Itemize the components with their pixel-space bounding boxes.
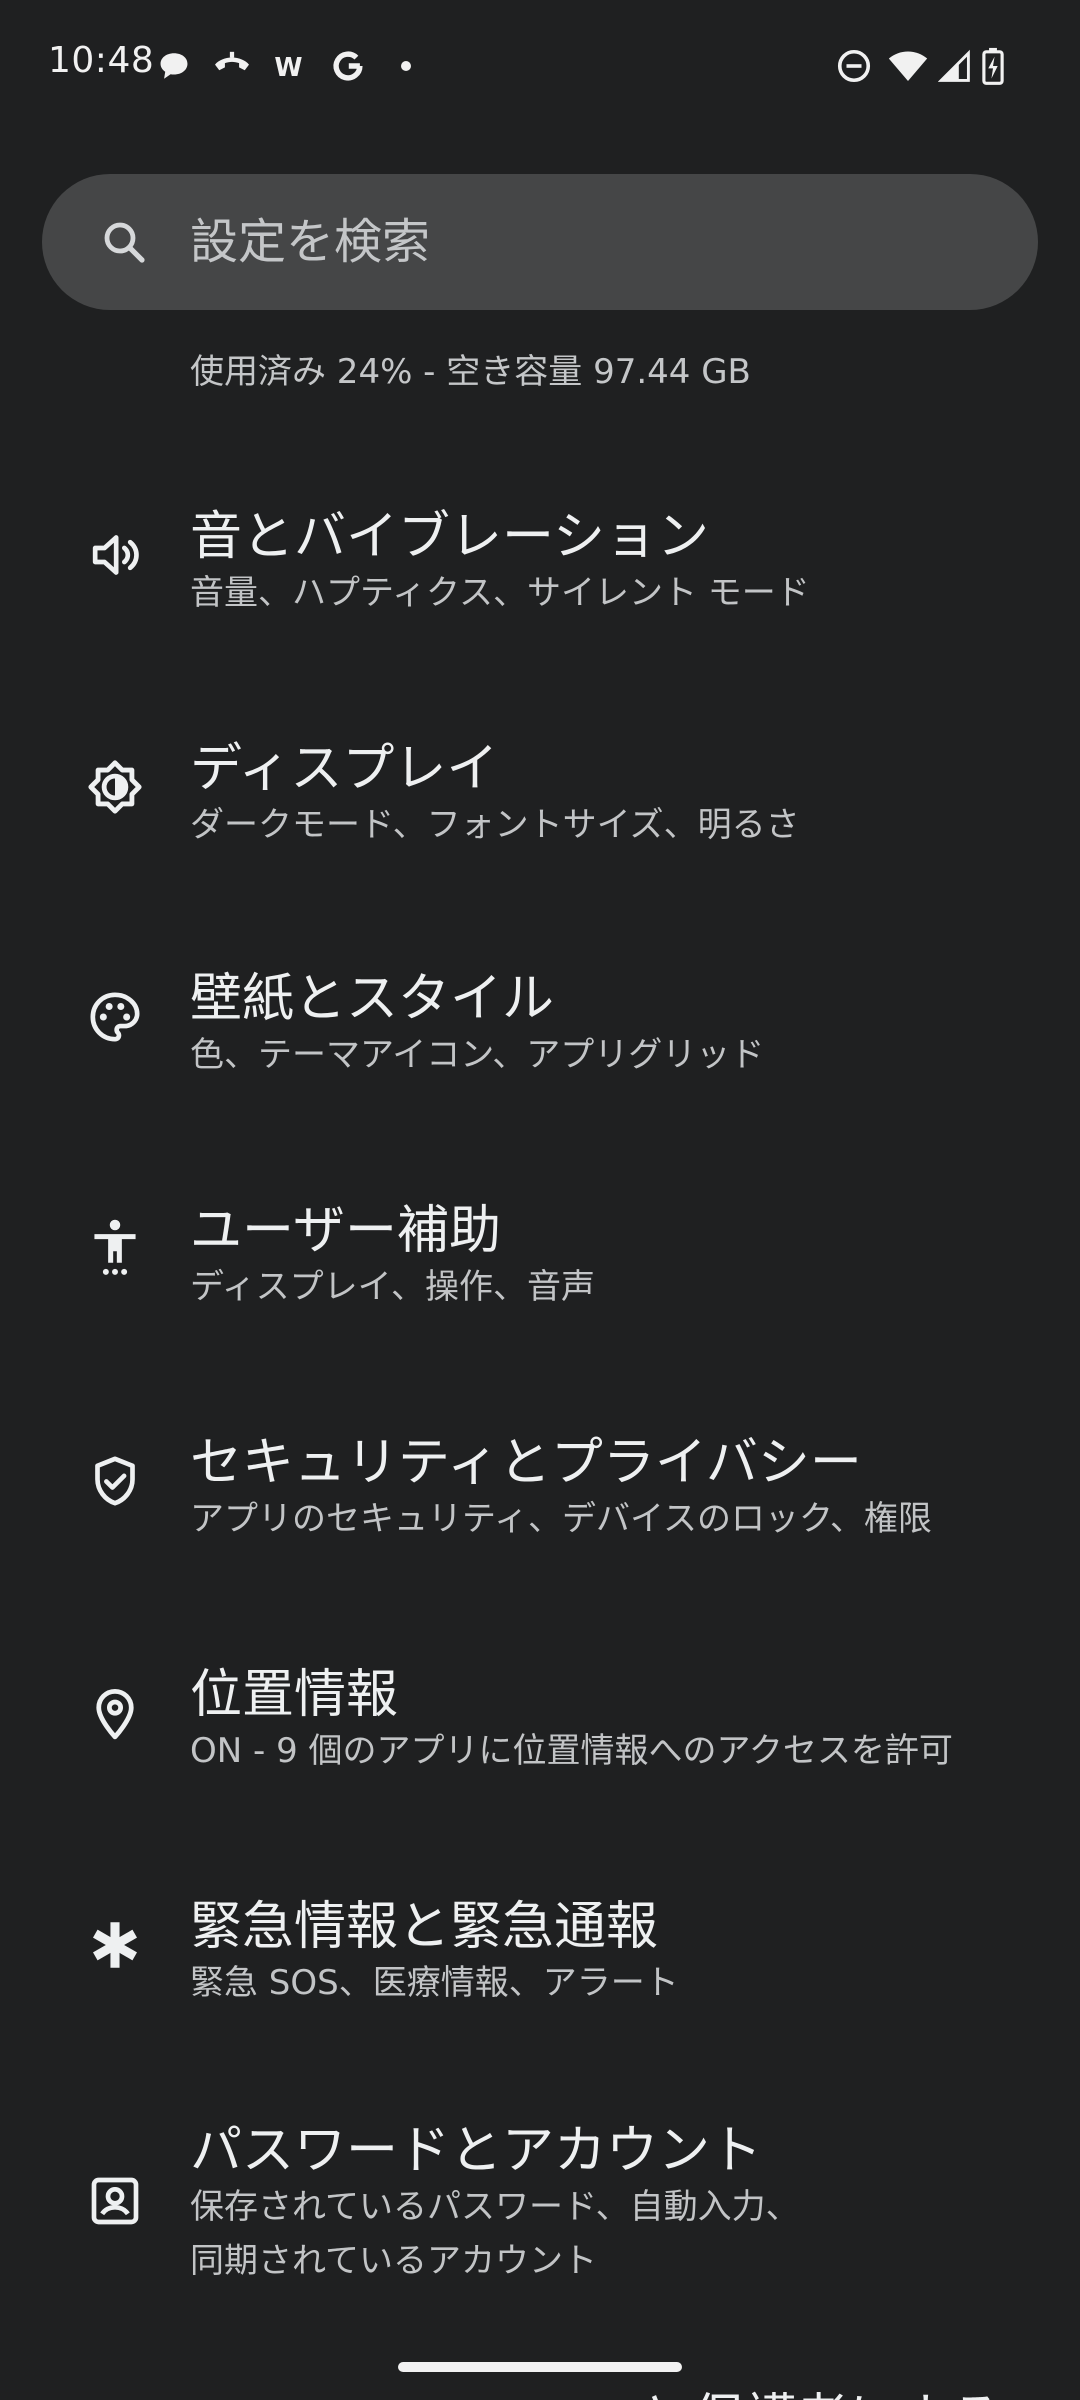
battery-charging-icon — [982, 46, 1012, 86]
setting-title: ユーザー補助 — [190, 1201, 501, 1261]
search-icon — [100, 218, 148, 266]
svg-text:W: W — [274, 53, 302, 81]
status-bar: 10:48 W — [0, 0, 1080, 132]
setting-title: 緊急情報と緊急通報 — [190, 1897, 659, 1957]
search-bar[interactable]: 設定を検索 — [42, 174, 1038, 310]
setting-title: ディスプレイ — [190, 739, 499, 799]
search-input[interactable]: 設定を検索 — [190, 174, 430, 310]
shield-check-icon — [84, 1450, 146, 1512]
setting-title: パスワードとアカウント — [190, 2121, 763, 2181]
account-box-icon — [84, 2170, 146, 2232]
setting-title: セキュリティとプライバシー — [190, 1433, 862, 1493]
setting-item-passwords-accounts[interactable]: パスワードとアカウント 保存されているパスワード、自動入力、 同期されているアカ… — [0, 2062, 1080, 2322]
wifi-icon — [888, 46, 932, 86]
setting-subtitle: アプリのセキュリティ、デバイスのロック、権限 — [190, 1499, 932, 1539]
setting-subtitle-line1: 保存されているパスワード、自動入力、 — [190, 2187, 800, 2227]
setting-item-accessibility[interactable]: ユーザー補助 ディスプレイ、操作、音声 — [0, 1134, 1080, 1364]
setting-subtitle: ON - 9 個のアプリに位置情報へのアクセスを許可 — [190, 1731, 953, 1771]
setting-item-emergency[interactable]: 緊急情報と緊急通報 緊急 SOS、医療情報、アラート — [0, 1830, 1080, 2060]
setting-item-partial[interactable]: と保護者による — [640, 2376, 1002, 2400]
setting-item-wallpaper[interactable]: 壁紙とスタイル 色、テーマアイコン、アプリグリッド — [0, 902, 1080, 1132]
setting-item-display[interactable]: ディスプレイ ダークモード、フォントサイズ、明るさ — [0, 672, 1080, 902]
setting-item-location[interactable]: 位置情報 ON - 9 個のアプリに位置情報へのアクセスを許可 — [0, 1598, 1080, 1828]
signal-icon — [938, 46, 974, 86]
setting-subtitle: 色、テーマアイコン、アプリグリッド — [190, 1035, 765, 1075]
asterisk-icon — [84, 1914, 146, 1976]
storage-summary[interactable]: 使用済み 24% - 空き容量 97.44 GB — [190, 344, 751, 393]
brightness-icon — [84, 756, 146, 818]
setting-title: 位置情報 — [190, 1665, 399, 1725]
setting-subtitle-line2: 同期されているアカウント — [190, 2241, 597, 2281]
more-dot-icon — [396, 46, 416, 86]
setting-item-security[interactable]: セキュリティとプライバシー アプリのセキュリティ、デバイスのロック、権限 — [0, 1366, 1080, 1596]
setting-subtitle: ディスプレイ、操作、音声 — [190, 1267, 595, 1307]
setting-title: 壁紙とスタイル — [190, 969, 555, 1029]
location-pin-icon — [84, 1682, 146, 1744]
chat-bubble-icon — [154, 46, 194, 86]
accessibility-icon — [84, 1218, 146, 1280]
call-icon — [210, 46, 254, 86]
setting-title: 音とバイブレーション — [190, 507, 709, 567]
status-time: 10:48 — [48, 40, 155, 81]
volume-icon — [84, 524, 146, 586]
dnd-icon — [836, 46, 876, 86]
palette-icon — [84, 986, 146, 1048]
setting-item-sound[interactable]: 音とバイブレーション 音量、ハプティクス、サイレント モード — [0, 440, 1080, 670]
setting-subtitle: 音量、ハプティクス、サイレント モード — [190, 573, 810, 613]
setting-subtitle: ダークモード、フォントサイズ、明るさ — [190, 805, 800, 845]
google-g-icon — [326, 46, 370, 86]
setting-subtitle: 緊急 SOS、医療情報、アラート — [190, 1963, 679, 2003]
w-app-icon: W — [270, 46, 310, 86]
home-indicator[interactable] — [398, 2362, 682, 2372]
